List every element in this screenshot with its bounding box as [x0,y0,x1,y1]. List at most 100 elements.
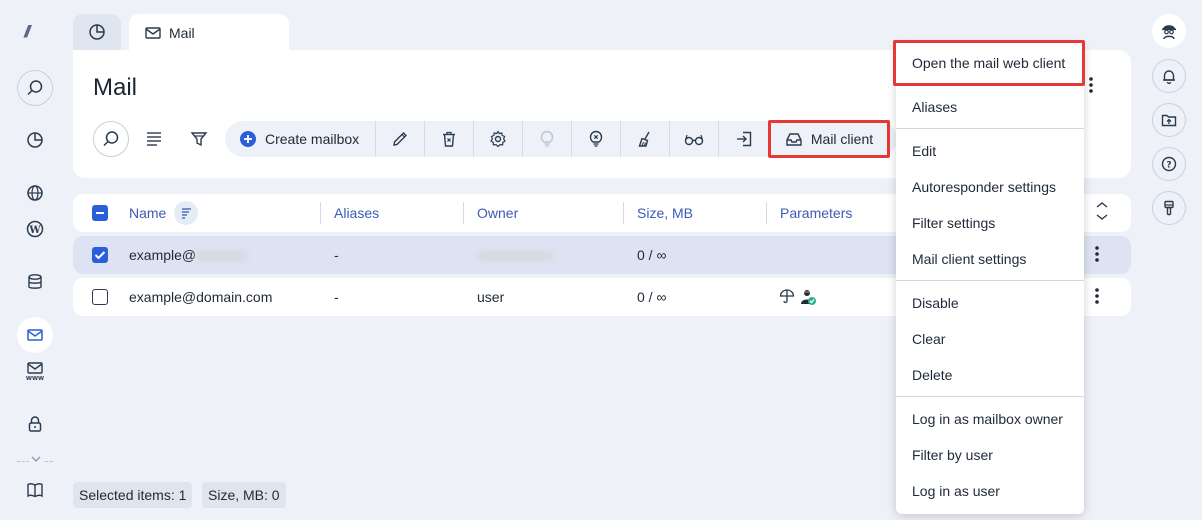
tips-button[interactable] [523,121,573,157]
column-header-owner[interactable]: Owner [477,205,518,221]
clear-button[interactable] [621,121,671,157]
bell-icon[interactable] [1152,59,1186,93]
tab-mail[interactable]: Mail [129,14,289,52]
login-as-owner-button[interactable] [670,121,720,157]
sort-button[interactable] [174,201,198,225]
cell-size: 0 / ∞ [637,289,667,305]
logo-icon[interactable]: // [24,22,31,42]
select-all-checkbox[interactable] [92,205,108,221]
login-icon [735,130,753,148]
redacted-domain [196,250,249,263]
inbox-tray-icon [785,131,803,147]
help-icon[interactable]: ? [1152,147,1186,181]
cell-aliases: - [334,289,339,305]
row-checkbox[interactable] [92,289,108,305]
cell-name-text: example@ [129,247,197,263]
redacted-owner [477,250,553,263]
cell-size: 0 / ∞ [637,247,667,263]
column-header-name[interactable]: Name [129,205,166,221]
globe-icon[interactable] [17,175,53,211]
filter-button[interactable] [180,120,218,158]
delete-button[interactable] [425,121,475,157]
table-search-button[interactable] [93,121,129,157]
selected-items-badge: Selected items: 1 [73,482,193,508]
svg-text:?: ? [1166,161,1171,171]
lock-icon[interactable] [17,406,53,442]
broom-icon [636,130,654,148]
dashboard-pie-icon [88,23,106,41]
book-icon[interactable] [17,472,53,508]
row-checkbox[interactable] [92,247,108,263]
lightbulb-icon [538,130,556,148]
more-options-icon[interactable] [1089,76,1093,94]
dashboard-pie-icon[interactable] [17,122,53,158]
menu-item-disable[interactable]: Disable [896,285,1084,321]
menu-divider [896,280,1084,281]
context-menu: Open the mail web client Aliases Edit Au… [893,40,1085,514]
cell-name: example@ [129,247,249,263]
database-icon[interactable] [17,264,53,300]
disable-button[interactable] [572,121,622,157]
column-header-parameters[interactable]: Parameters [780,205,852,221]
menu-item-clear[interactable]: Clear [896,321,1084,357]
webmail-www-icon[interactable]: WWW [17,353,53,389]
svg-text:WWW: WWW [26,376,44,381]
edit-button[interactable] [376,121,426,157]
gear-icon [489,130,507,148]
svg-text:W: W [28,225,41,236]
create-mailbox-button[interactable]: Create mailbox [225,121,377,157]
sort-icon [180,207,192,219]
lightbulb-off-icon [587,130,605,148]
menu-item-delete[interactable]: Delete [896,357,1084,393]
cell-name: example@domain.com [129,289,273,305]
folder-upload-icon[interactable] [1152,103,1186,137]
chevron-down-icon[interactable] [29,455,43,463]
user-avatar[interactable] [1152,14,1186,48]
menu-divider [896,396,1084,397]
tab-dashboard[interactable] [73,14,121,50]
menu-item-open-web-client[interactable]: Open the mail web client [893,40,1085,86]
selected-size-badge: Size, MB: 0 [202,482,286,508]
glasses-icon [684,132,704,146]
menu-item-login-as-owner[interactable]: Log in as mailbox owner [896,401,1084,437]
column-divider [463,202,464,224]
left-sidebar: // W WWW [0,0,70,520]
menu-item-mail-client-settings[interactable]: Mail client settings [896,241,1084,277]
settings-button[interactable] [474,121,524,157]
columns-settings-button[interactable] [135,120,173,158]
login-button[interactable] [719,121,768,157]
column-header-size[interactable]: Size, MB [637,205,693,221]
trash-icon [440,130,458,148]
list-lines-icon [145,131,163,147]
menu-item-autoresponder-settings[interactable]: Autoresponder settings [896,169,1084,205]
umbrella-icon [779,288,795,304]
wordpress-icon[interactable]: W [17,211,53,247]
cell-owner [477,247,553,263]
row-more-icon[interactable] [1095,245,1099,263]
mail-icon [145,26,161,40]
brush-icon[interactable] [1152,191,1186,225]
pencil-icon [391,130,409,148]
menu-item-filter-settings[interactable]: Filter settings [896,205,1084,241]
tab-mail-label: Mail [169,25,195,41]
search-icon [102,130,120,148]
cell-aliases: - [334,247,339,263]
create-mailbox-label: Create mailbox [265,131,360,147]
column-header-aliases[interactable]: Aliases [334,205,379,221]
column-divider [766,202,767,224]
filter-icon [190,130,208,148]
mail-client-label: Mail client [810,131,874,147]
collapse-icon[interactable] [1095,201,1109,221]
menu-item-edit[interactable]: Edit [896,133,1084,169]
column-divider [623,202,624,224]
mail-client-button[interactable]: Mail client [768,120,890,158]
mail-nav-icon[interactable] [17,317,53,353]
menu-item-aliases[interactable]: Aliases [896,89,1084,125]
column-divider [320,202,321,224]
menu-divider [896,128,1084,129]
menu-item-filter-by-user[interactable]: Filter by user [896,437,1084,473]
row-more-icon[interactable] [1095,287,1099,305]
menu-item-login-as-user[interactable]: Log in as user [896,473,1084,509]
page-title: Mail [93,74,138,101]
search-icon[interactable] [17,70,53,106]
